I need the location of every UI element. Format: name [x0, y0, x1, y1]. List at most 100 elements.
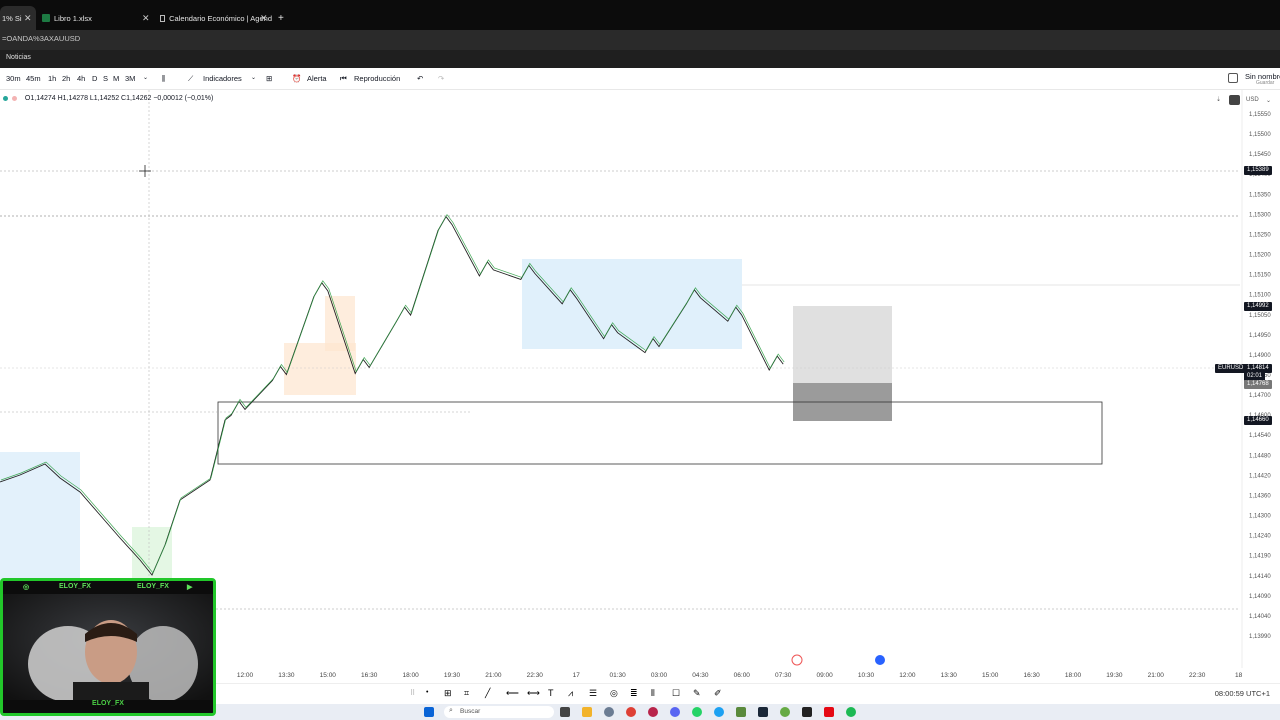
price-tick-label: 1,15100: [1249, 293, 1271, 299]
bookmarks-bar: Noticias: [0, 50, 1280, 68]
search-icon: ⌕: [449, 707, 453, 714]
interval-3m[interactable]: 3M: [125, 74, 135, 83]
address-bar[interactable]: =OANDA%3AXAUUSD: [0, 30, 1280, 50]
price-tick-label: 1,14240: [1249, 534, 1271, 540]
netflix-icon[interactable]: [824, 707, 834, 717]
channel-icon[interactable]: ≣: [630, 688, 638, 699]
chevron-down-icon[interactable]: ⌄: [143, 74, 148, 81]
price-tag: 1,14992: [1244, 302, 1272, 311]
price-tick-label: 1,14420: [1249, 473, 1271, 479]
dot-cursor-icon[interactable]: •: [426, 689, 428, 696]
chevron-down-icon[interactable]: ⌄: [251, 74, 256, 81]
tiktok-handle: ELOY_FX: [137, 583, 169, 590]
crop-icon[interactable]: ⌗: [464, 688, 469, 699]
alarm-clock-icon[interactable]: ⏰: [292, 74, 301, 83]
interval-m[interactable]: M: [113, 74, 119, 83]
interval-s[interactable]: S: [103, 74, 108, 83]
drag-handle-icon[interactable]: ⠿: [410, 689, 415, 697]
browser-tab-calendar[interactable]: Calendario Económico | Agend ✕: [160, 6, 272, 30]
chrome-icon[interactable]: [626, 707, 636, 717]
parallel-icon[interactable]: ⫴: [651, 688, 655, 699]
app-icon[interactable]: [648, 707, 658, 717]
grid-icon[interactable]: ⊞: [444, 688, 452, 699]
ray-icon[interactable]: ⟵: [506, 688, 519, 699]
range-box[interactable]: [217, 401, 1103, 465]
price-tick-label: 1,15450: [1249, 152, 1271, 158]
interval-45m[interactable]: 45m: [26, 74, 41, 83]
horizontal-line-icon[interactable]: ⟷: [527, 688, 540, 699]
settings-icon[interactable]: [1229, 95, 1240, 105]
layout-grid-icon[interactable]: ⊞: [266, 74, 272, 83]
alert-button[interactable]: Alerta: [307, 74, 327, 83]
brush-icon[interactable]: ✎: [693, 688, 701, 699]
file-explorer-icon[interactable]: [582, 707, 592, 717]
steam-icon[interactable]: [758, 707, 768, 717]
trend-line-icon[interactable]: ╱: [485, 688, 490, 699]
undo-icon[interactable]: ↶: [417, 74, 423, 83]
zone-blue: [522, 259, 742, 349]
pattern-icon[interactable]: ⩘: [568, 688, 573, 699]
crosshair-price-tag: 1,15389: [1244, 166, 1272, 175]
interval-2h[interactable]: 2h: [62, 74, 70, 83]
zone-blue-left: [0, 452, 80, 582]
currency-label[interactable]: USD: [1246, 97, 1259, 103]
task-view-icon[interactable]: [560, 707, 570, 717]
browser-tab-active[interactable]: 1% Si ✕: [0, 6, 36, 30]
interval-d[interactable]: D: [92, 74, 97, 83]
spotify-icon[interactable]: [846, 707, 856, 717]
price-tick-label: 1,14900: [1249, 353, 1271, 359]
close-icon[interactable]: ✕: [260, 13, 268, 24]
indicators-icon[interactable]: ⟋: [188, 74, 193, 84]
app-icon[interactable]: [714, 707, 724, 717]
time-tick-label: 19:30: [1106, 672, 1123, 679]
layout-icon[interactable]: [1228, 73, 1238, 83]
new-tab-button[interactable]: +: [278, 6, 284, 30]
target-icon[interactable]: ◎: [610, 688, 618, 699]
taskbar-search[interactable]: ⌕ Buscar: [444, 706, 554, 718]
chevron-down-icon[interactable]: ⌄: [1266, 97, 1271, 104]
webcam-top-bar: ◎ ELOY_FX ELOY_FX ▶: [3, 581, 213, 594]
time-tick-label: 18:00: [1065, 672, 1082, 679]
interval-30m[interactable]: 30m: [6, 74, 21, 83]
indicators-button[interactable]: Indicadores: [203, 74, 242, 83]
settings-gear-icon[interactable]: [604, 707, 614, 717]
browser-tab-label: Libro 1.xlsx: [54, 13, 92, 23]
collapse-arrow-icon[interactable]: ⇣: [1216, 96, 1221, 103]
replay-icon[interactable]: ⏮: [340, 74, 347, 84]
price-tick-label: 1,14140: [1249, 574, 1271, 580]
redo-icon[interactable]: ↷: [438, 74, 444, 83]
windows-start-icon[interactable]: [424, 707, 434, 717]
time-tick-label: 16:30: [361, 672, 378, 679]
interval-1h[interactable]: 1h: [48, 74, 56, 83]
price-tick-label: 1,14540: [1249, 433, 1271, 439]
app-icon[interactable]: [736, 707, 746, 717]
obs-icon[interactable]: [780, 707, 790, 717]
time-tick-label: 18: [1235, 672, 1243, 679]
save-label[interactable]: Guardar: [1256, 80, 1274, 86]
browser-tab-excel[interactable]: Libro 1.xlsx ✕: [42, 6, 154, 30]
taskbar-search-placeholder: Buscar: [460, 708, 481, 715]
highlighter-icon[interactable]: ✐: [714, 688, 722, 699]
event-globe-icon[interactable]: [875, 655, 885, 665]
event-flash-icon[interactable]: [791, 654, 803, 666]
text-icon[interactable]: T: [548, 688, 554, 698]
discord-icon[interactable]: [670, 707, 680, 717]
callout-icon[interactable]: ☐: [672, 688, 680, 699]
app-icon[interactable]: [802, 707, 812, 717]
whatsapp-icon[interactable]: [692, 707, 702, 717]
price-tick-label: 1,14190: [1249, 554, 1271, 560]
time-tick-label: 22:30: [1189, 672, 1206, 679]
close-icon[interactable]: ✕: [142, 13, 150, 24]
webcam-name-bar: ELOY_FX: [3, 700, 213, 713]
price-tick-label: 1,15200: [1249, 253, 1271, 259]
fib-icon[interactable]: ☰: [589, 688, 597, 699]
interval-4h[interactable]: 4h: [77, 74, 85, 83]
bookmark-noticias[interactable]: Noticias: [6, 54, 31, 61]
replay-button[interactable]: Reproducción: [354, 74, 400, 83]
status-dot-icon: [11, 95, 17, 101]
price-tag: 1,14660: [1244, 416, 1272, 425]
close-icon[interactable]: ✕: [24, 13, 32, 24]
candle-type-icon[interactable]: ⫼: [162, 74, 165, 84]
price-tick-label: 1,14700: [1249, 393, 1271, 399]
position-box-target[interactable]: [793, 306, 892, 383]
